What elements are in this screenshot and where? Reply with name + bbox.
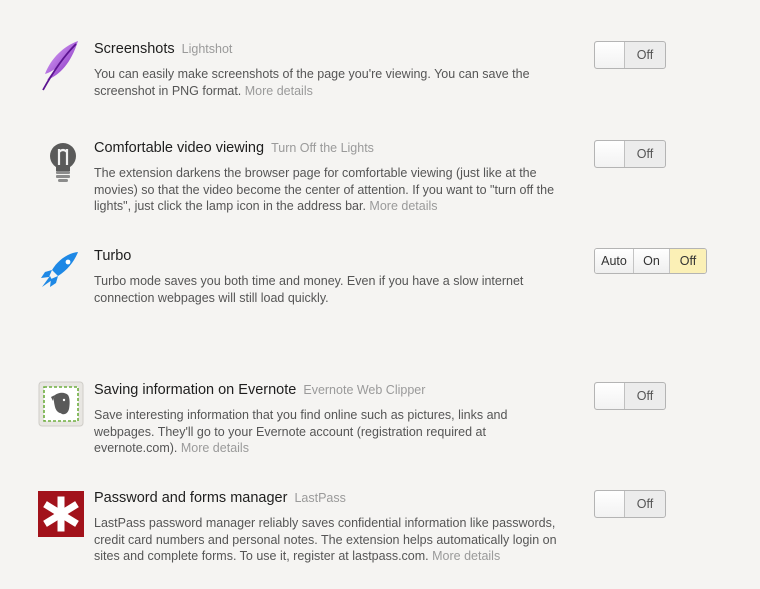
turbo-on-button[interactable]: On [634,249,670,273]
extension-title: Saving information on Evernote [94,382,297,398]
toggle-knob [595,42,625,68]
description-text: Save interesting information that you fi… [94,408,508,455]
extension-title: Password and forms manager [94,490,288,506]
toggle-label: Off [636,389,654,403]
lastpass-toggle[interactable]: Off [594,490,666,518]
extension-title: Screenshots [94,41,175,57]
more-details-link[interactable]: More details [245,84,313,98]
more-details-link[interactable]: More details [369,199,437,213]
extension-vendor: LastPass [294,491,346,505]
description-text: The extension darkens the browser page f… [94,166,555,213]
evernote-elephant-icon [38,381,84,427]
extension-description: Save interesting information that you fi… [94,407,564,457]
turbo-mode-selector[interactable]: Auto On Off [594,248,707,274]
screenshots-toggle[interactable]: Off [594,41,666,69]
evernote-toggle[interactable]: Off [594,382,666,410]
toggle-label: Off [636,48,654,62]
toggle-label: Off [636,497,654,511]
description-text: Turbo mode saves you both time and money… [94,274,524,305]
toggle-knob [595,491,625,517]
turbo-off-button[interactable]: Off [670,249,706,273]
extension-description: You can easily make screenshots of the p… [94,66,564,99]
extension-title: Comfortable video viewing [94,140,265,156]
more-details-link[interactable]: More details [181,441,249,455]
feather-icon [38,40,84,91]
toggle-knob [595,141,625,167]
extension-vendor: Lightshot [181,42,233,56]
extension-title: Turbo [94,248,132,264]
lastpass-asterisk-icon [38,491,84,537]
extension-vendor: Turn Off the Lights [271,141,374,155]
video-viewing-toggle[interactable]: Off [594,140,666,168]
turbo-auto-button[interactable]: Auto [595,249,634,273]
more-details-link[interactable]: More details [432,549,500,563]
extension-description: The extension darkens the browser page f… [94,165,564,215]
lightbulb-icon [38,140,84,186]
extension-vendor: Evernote Web Clipper [303,383,426,397]
extension-description: LastPass password manager reliably saves… [94,515,564,565]
rocket-icon [38,250,84,296]
toggle-knob [595,383,625,409]
toggle-label: Off [636,147,654,161]
extension-description: Turbo mode saves you both time and money… [94,273,564,306]
